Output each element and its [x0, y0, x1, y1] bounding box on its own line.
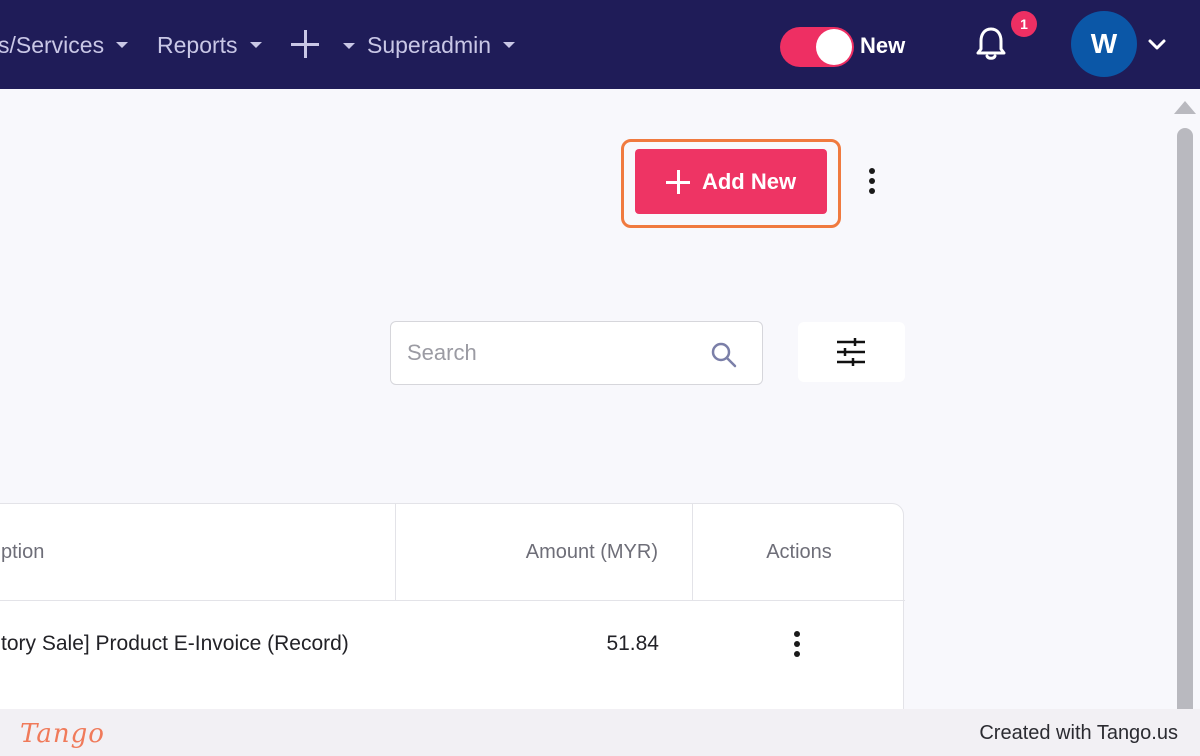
column-header-actions: Actions	[766, 540, 832, 563]
footer-credit: Created with Tango.us	[979, 722, 1178, 744]
nav-item-label: Reports	[157, 31, 238, 58]
search-input[interactable]	[407, 336, 697, 370]
nav-item-superadmin[interactable]: Superadmin	[367, 31, 516, 59]
nav-item-reports[interactable]: Reports	[157, 31, 262, 59]
nav-item-services[interactable]: s/Services	[0, 31, 129, 59]
column-header-description[interactable]: ption	[0, 504, 396, 600]
row-actions-icon[interactable]	[794, 631, 800, 661]
bell-icon[interactable]	[975, 26, 1007, 62]
caret-down-icon[interactable]	[343, 43, 355, 49]
row-amount: 51.84	[606, 632, 659, 655]
toggle-knob	[816, 29, 852, 65]
header-divider	[0, 600, 905, 601]
nav-item-label: s/Services	[0, 31, 105, 58]
more-options-icon[interactable]	[869, 168, 875, 198]
nav-item-label: Superadmin	[367, 31, 492, 58]
search-icon[interactable]	[710, 341, 738, 369]
add-new-button[interactable]: Add New	[635, 149, 827, 214]
plus-icon	[665, 169, 690, 194]
toggle-label: New	[860, 33, 906, 58]
tango-logo: Tango	[20, 719, 105, 749]
records-table: ption Amount (MYR) Actions tory Sale] Pr…	[0, 503, 905, 743]
avatar[interactable]: W	[1071, 11, 1137, 77]
scrollbar-thumb[interactable]	[1177, 128, 1193, 718]
filter-button[interactable]	[798, 322, 905, 382]
scroll-up-arrow-icon[interactable]	[1174, 101, 1196, 114]
chevron-down-icon[interactable]	[1147, 36, 1167, 52]
caret-down-icon	[116, 42, 129, 48]
plus-icon[interactable]	[291, 29, 321, 59]
top-navigation-bar: s/Services Reports Superadmin New 1 W	[0, 0, 1200, 89]
column-header-amount[interactable]: Amount (MYR)	[396, 504, 693, 600]
search-box	[390, 321, 763, 385]
add-new-label: Add New	[701, 168, 797, 194]
sliders-icon	[837, 338, 865, 366]
notification-badge: 1	[1011, 11, 1037, 37]
caret-down-icon	[503, 42, 516, 48]
footer: Tango Created with Tango.us	[0, 709, 1200, 756]
row-description: tory Sale] Product E-Invoice (Record)	[1, 632, 349, 655]
caret-down-icon	[249, 42, 262, 48]
new-ui-toggle[interactable]	[780, 27, 854, 67]
